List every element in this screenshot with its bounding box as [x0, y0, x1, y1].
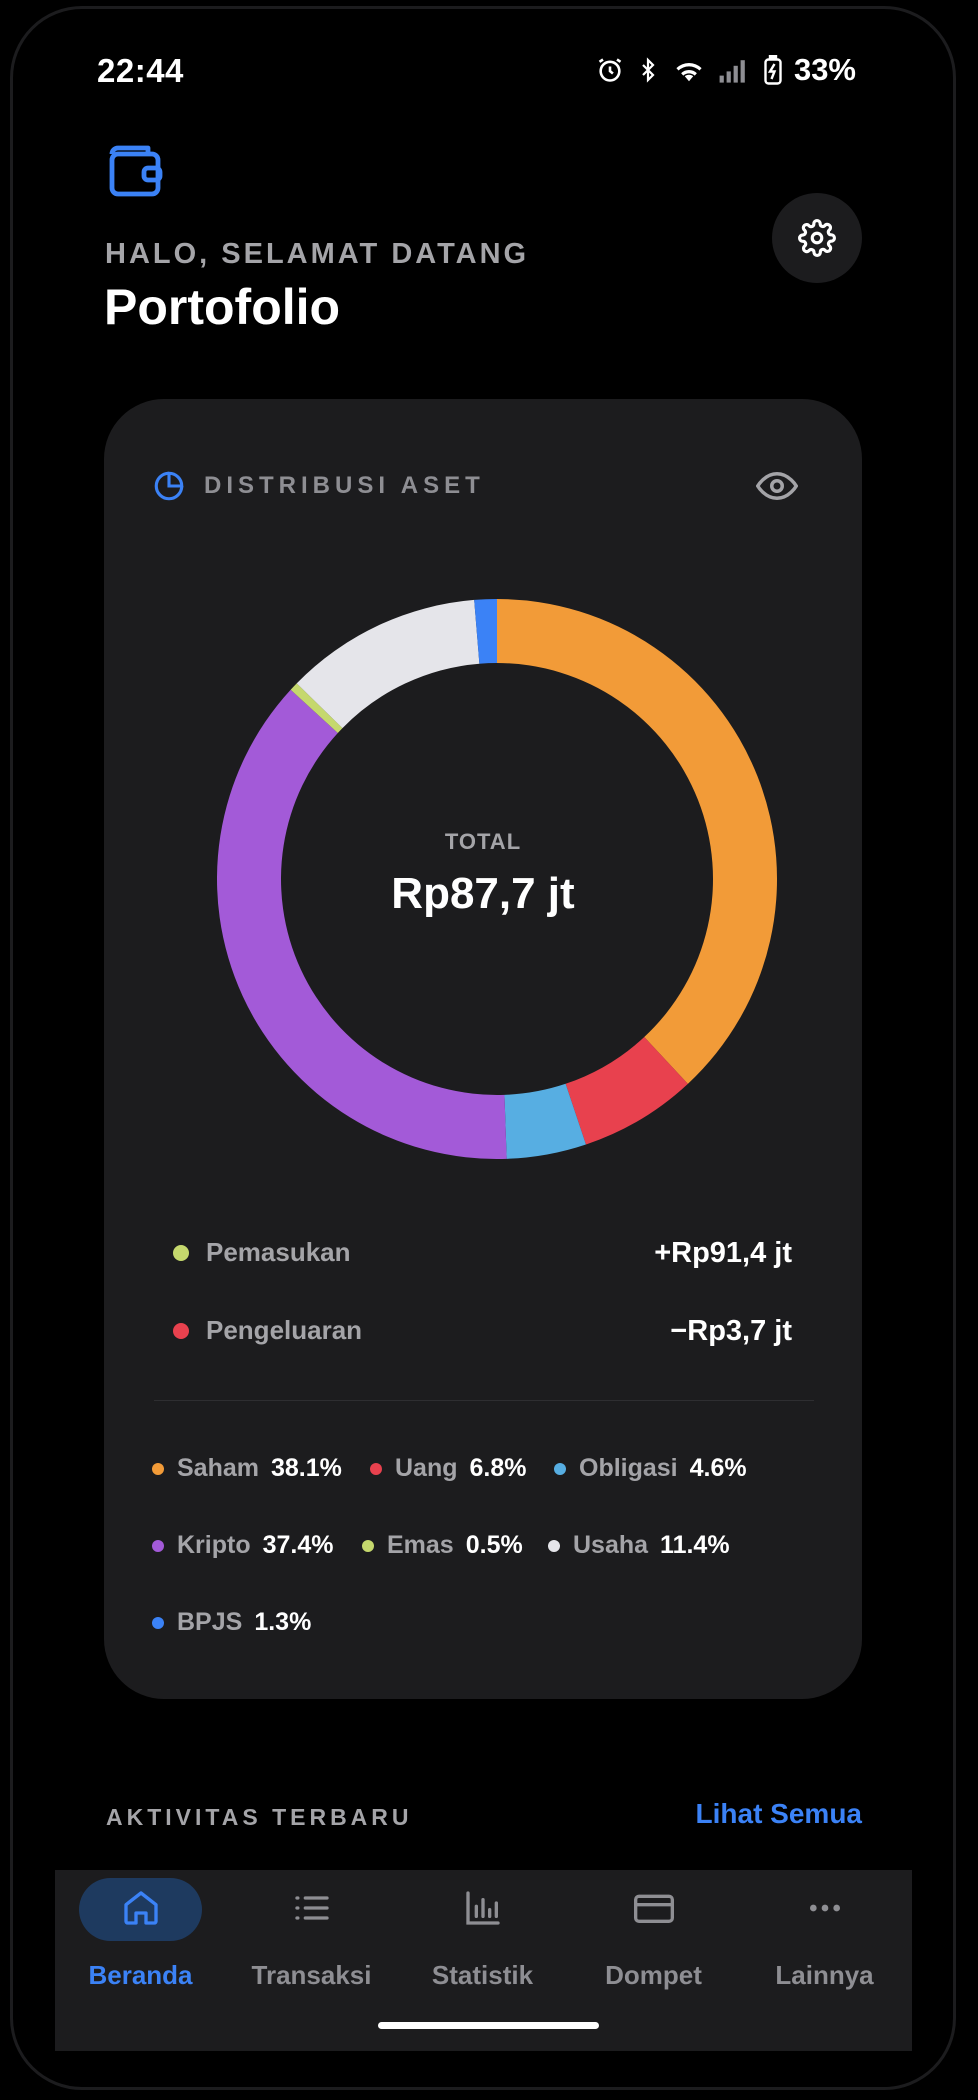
legend-item-emas: Emas 0.5% [362, 1531, 523, 1560]
battery-charging-icon [764, 55, 782, 85]
toggle-visibility-button[interactable] [755, 465, 799, 512]
expense-value: −Rp3,7 jt [670, 1315, 792, 1347]
legend-dot [362, 1539, 374, 1552]
legend-item-saham: Saham 38.1% [152, 1454, 342, 1483]
legend-percent: 6.8% [469, 1454, 527, 1482]
legend-item-obligasi: Obligasi 4.6% [554, 1454, 747, 1483]
legend-name: Uang [395, 1454, 458, 1482]
legend-item-bpjs: BPJS 1.3% [152, 1608, 311, 1637]
eye-icon [755, 471, 799, 501]
more-icon [739, 1888, 910, 1928]
card-icon [568, 1888, 739, 1928]
legend-name: Saham [177, 1454, 259, 1482]
wallet-icon [106, 142, 166, 205]
status-icons: 33% [596, 52, 856, 88]
gear-icon [798, 219, 836, 257]
legend-percent: 1.3% [254, 1608, 312, 1636]
income-value: +Rp91,4 jt [654, 1237, 792, 1269]
donut-slice-kripto [217, 689, 507, 1159]
legend-dot [554, 1462, 566, 1475]
legend-name: Emas [387, 1531, 454, 1559]
home-icon [55, 1888, 226, 1928]
total-label: TOTAL [444, 829, 522, 854]
legend-dot [370, 1462, 382, 1475]
legend-name: Kripto [177, 1531, 251, 1559]
legend-percent: 11.4% [660, 1531, 730, 1559]
donut-slice-usaha [296, 599, 480, 729]
nav-label: Dompet [605, 1960, 702, 1990]
income-dot [173, 1245, 189, 1261]
expense-label: Pengeluaran [206, 1315, 363, 1345]
recent-activity-title: AKTIVITAS TERBARU [106, 1804, 413, 1830]
legend-name: Obligasi [579, 1454, 678, 1482]
signal-icon [719, 60, 745, 83]
status-time: 22:44 [97, 52, 184, 89]
see-all-link[interactable]: Lihat Semua [696, 1798, 862, 1830]
asset-distribution-card: DISTRIBUSI ASET TOTAL Rp87,7 jt Pemasuka… [104, 399, 862, 1699]
alarm-icon [598, 58, 622, 82]
legend-dot [152, 1462, 164, 1475]
total-value: Rp87,7 jt [391, 869, 575, 918]
settings-button[interactable] [772, 193, 862, 283]
app-screen: 22:44 33% HALO, SELAMAT DATANG Portofoli… [0, 0, 978, 2100]
legend-name: BPJS [177, 1608, 243, 1636]
nav-label: Transaksi [251, 1960, 372, 1990]
nav-label: Statistik [431, 1960, 534, 1990]
wifi-icon [676, 63, 702, 82]
legend-percent: 38.1% [270, 1454, 342, 1482]
battery-percent: 33% [793, 52, 856, 87]
list-icon [226, 1888, 397, 1928]
nav-label: Lainnya [775, 1960, 874, 1990]
legend-item-kripto: Kripto 37.4% [152, 1531, 334, 1560]
bluetooth-icon [642, 57, 655, 83]
legend-dot [152, 1616, 164, 1629]
card-title: DISTRIBUSI ASET [204, 472, 485, 499]
legend-name: Usaha [573, 1531, 649, 1559]
card-divider [154, 1400, 814, 1401]
legend-percent: 0.5% [465, 1531, 523, 1559]
legend-percent: 37.4% [262, 1531, 334, 1559]
nav-item-lainnya[interactable]: Lainnya [739, 1870, 910, 2051]
legend-dot [548, 1539, 560, 1552]
greeting-text: HALO, SELAMAT DATANG [105, 238, 530, 270]
legend-item-usaha: Usaha 11.4% [548, 1531, 730, 1560]
nav-label: Beranda [88, 1960, 193, 1990]
income-label: Pemasukan [206, 1237, 351, 1267]
chart-icon [397, 1888, 568, 1928]
nav-item-beranda[interactable]: Beranda [55, 1870, 226, 2051]
legend-dot [152, 1539, 164, 1552]
home-indicator[interactable] [378, 2022, 599, 2029]
expense-dot [173, 1323, 189, 1339]
nav-item-transaksi[interactable]: Transaksi [226, 1870, 397, 2051]
legend-item-uang: Uang 6.8% [370, 1454, 526, 1483]
pie-chart-icon [152, 469, 186, 508]
page-title: Portofolio [104, 279, 341, 335]
legend-percent: 4.6% [689, 1454, 747, 1482]
